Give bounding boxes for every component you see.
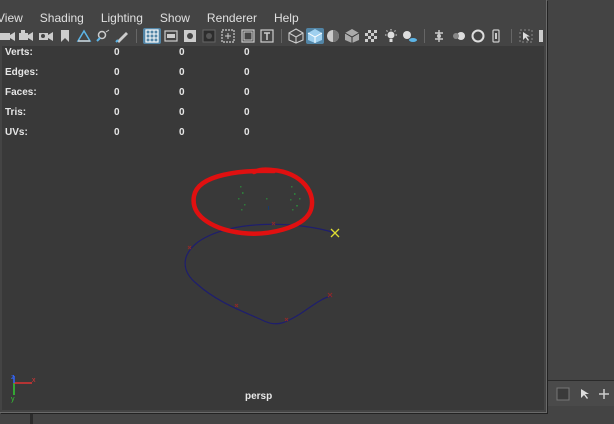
camera-lock-icon[interactable] <box>38 28 54 44</box>
nurbs-curve[interactable] <box>184 223 336 325</box>
view-axis-gizmo: z x y <box>11 374 36 403</box>
select-cursor-icon[interactable] <box>579 387 593 401</box>
camera-attributes-icon[interactable] <box>18 28 34 44</box>
isolate-select-icon[interactable] <box>518 28 534 44</box>
lights-icon[interactable] <box>383 28 399 44</box>
toolbar-separator <box>281 29 282 43</box>
image-plane-icon[interactable] <box>76 28 92 44</box>
grease-pencil-icon[interactable] <box>114 28 130 44</box>
particle-cluster[interactable] <box>238 186 301 211</box>
wireframe-on-shaded-icon[interactable] <box>344 28 360 44</box>
3d-viewport[interactable]: Verts: 0 0 0 Edges: 0 0 0 Faces: 0 0 0 T… <box>2 46 544 410</box>
xray-icon[interactable] <box>537 28 545 44</box>
toolbar-separator <box>136 29 137 43</box>
menu-view[interactable]: View <box>0 11 23 25</box>
smooth-shade-icon[interactable] <box>306 28 324 44</box>
2d-pan-zoom-icon[interactable] <box>95 28 111 44</box>
menu-help[interactable]: Help <box>274 11 299 25</box>
curve-cv[interactable] <box>187 245 192 250</box>
film-gate-icon[interactable] <box>163 28 179 44</box>
depth-of-field-icon[interactable] <box>489 28 503 44</box>
menu-renderer[interactable]: Renderer <box>207 11 257 25</box>
background-divider <box>30 412 33 424</box>
camera-select-icon[interactable] <box>0 28 16 44</box>
field-chart-icon[interactable] <box>220 28 236 44</box>
wireframe-icon[interactable] <box>287 28 305 44</box>
background-toolbar <box>547 380 614 407</box>
annotation-circle <box>191 167 315 236</box>
frame-all-icon[interactable] <box>556 387 570 401</box>
safe-action-icon[interactable] <box>240 28 256 44</box>
resolution-gate-icon[interactable] <box>182 28 198 44</box>
curve-cv[interactable] <box>284 317 289 322</box>
axis-x-label: x <box>32 377 36 384</box>
anti-aliasing-icon[interactable] <box>470 28 486 44</box>
locator-icon[interactable] <box>330 228 340 238</box>
screen-space-ao-icon[interactable] <box>431 28 447 44</box>
axis-y-label: y <box>11 396 15 403</box>
toolbar-separator <box>424 29 425 43</box>
menu-lighting[interactable]: Lighting <box>101 11 143 25</box>
nav-arrows-icon[interactable] <box>597 387 611 401</box>
background-panel <box>547 0 614 424</box>
camera-name-label: persp <box>245 391 273 402</box>
grid-icon[interactable] <box>143 28 161 44</box>
panel-toolbar <box>0 26 546 46</box>
bookmark-icon[interactable] <box>59 28 71 44</box>
scene-canvas: z x y <box>11 167 340 403</box>
menu-bar: View Shading Lighting Show Renderer Help <box>0 8 546 28</box>
axis-z-label: z <box>11 374 15 381</box>
textured-icon[interactable] <box>363 28 379 44</box>
viewport-window: View Shading Lighting Show Renderer Help <box>0 0 547 413</box>
gate-mask-icon[interactable] <box>201 28 217 44</box>
toolbar-separator <box>511 29 512 43</box>
shadows-icon[interactable] <box>401 28 419 44</box>
menu-shading[interactable]: Shading <box>40 11 84 25</box>
safe-title-icon[interactable] <box>259 28 275 44</box>
motion-blur-icon[interactable] <box>450 28 468 44</box>
menu-show[interactable]: Show <box>160 11 190 25</box>
curve-cv[interactable] <box>234 303 239 308</box>
use-default-material-icon[interactable] <box>325 28 341 44</box>
